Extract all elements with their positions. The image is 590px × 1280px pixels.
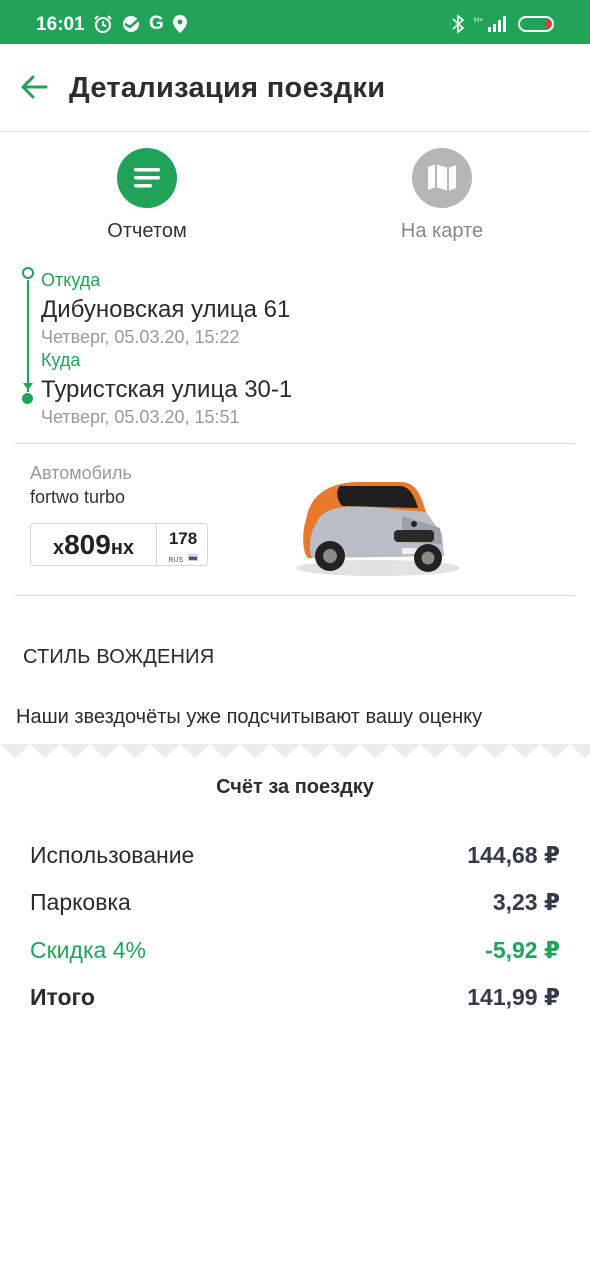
bill-row-discount: Скидка 4% -5,92 ₽ xyxy=(30,937,560,967)
status-time: 16:01 xyxy=(36,14,85,35)
bill-title: Счёт за поездку xyxy=(216,776,374,798)
page-title: Детализация поездки xyxy=(69,72,386,104)
divider xyxy=(15,595,575,596)
arrow-left-icon[interactable] xyxy=(18,70,52,104)
tab-map[interactable]: На карте xyxy=(342,148,542,248)
bill-row-label: Итого xyxy=(30,984,95,1010)
bill-row-label: Парковка xyxy=(30,889,131,915)
route-arrow xyxy=(23,383,33,390)
plate-prefix: х xyxy=(52,537,65,559)
from-time: Четверг, 05.03.20, 15:22 xyxy=(41,327,240,347)
svg-text:H+: H+ xyxy=(474,17,483,24)
plate-suffix: нх xyxy=(110,537,135,559)
alarm-icon xyxy=(94,15,112,33)
license-plate: х809нх 178 RUS xyxy=(30,523,208,566)
car-caption: Автомобиль xyxy=(30,463,132,483)
bill-section: Счёт за поездку Использование 144,68 ₽ П… xyxy=(0,764,590,1280)
app-bar: Детализация поездки xyxy=(0,44,590,132)
from-label: Откуда xyxy=(41,270,101,290)
russia-flag-icon xyxy=(187,554,198,562)
route-line xyxy=(27,280,29,392)
car-model: fortwo turbo xyxy=(30,487,126,507)
map-icon xyxy=(412,148,472,208)
plate-digits: 809 xyxy=(64,529,111,560)
plate-number: х809нх xyxy=(31,524,157,565)
battery-icon xyxy=(518,16,554,32)
route-section: Откуда Дибуновская улица 61 Четверг, 05.… xyxy=(0,262,590,442)
car-section: Автомобиль fortwo turbo х809нх 178 RUS xyxy=(0,444,590,594)
bill-row-parking: Парковка 3,23 ₽ xyxy=(30,889,560,919)
route-start-marker xyxy=(22,267,34,279)
google-icon: G xyxy=(149,13,164,34)
to-time: Четверг, 05.03.20, 15:51 xyxy=(41,407,240,427)
list-icon xyxy=(117,148,177,208)
tab-map-label: На карте xyxy=(400,220,484,242)
route-end-marker xyxy=(22,393,33,404)
bill-row-label: Скидка 4% xyxy=(30,937,146,963)
tab-report-label: Отчетом xyxy=(107,220,187,242)
sber-icon xyxy=(123,16,139,32)
plate-region: 178 RUS xyxy=(158,524,208,565)
bill-row-usage: Использование 144,68 ₽ xyxy=(30,842,560,872)
to-address: Туристская улица 30-1 xyxy=(41,376,293,403)
bill-row-amount: 3,23 ₽ xyxy=(492,889,560,915)
driving-style-message: Наши звездочёты уже подсчитывают вашу оц… xyxy=(16,706,483,728)
to-label: Куда xyxy=(41,350,81,370)
from-address: Дибуновская улица 61 xyxy=(41,296,291,323)
driving-style-title: СТИЛЬ ВОЖДЕНИЯ xyxy=(23,646,215,668)
signal-icon: H+ xyxy=(474,16,506,32)
location-icon xyxy=(172,15,187,33)
plate-region-code: 178 xyxy=(168,529,198,548)
bluetooth-icon xyxy=(452,14,464,34)
plate-country: RUS xyxy=(168,557,184,564)
car-image xyxy=(296,482,460,576)
bill-row-label: Использование xyxy=(30,842,195,868)
bill-row-total: Итого 141,99 ₽ xyxy=(30,984,560,1014)
bill-row-amount: 141,99 ₽ xyxy=(467,984,560,1010)
status-bar: 16:01 G H+ xyxy=(0,0,590,44)
tab-report[interactable]: Отчетом xyxy=(47,148,247,248)
bill-row-amount: -5,92 ₽ xyxy=(485,937,560,963)
bill-row-amount: 144,68 ₽ xyxy=(467,842,560,868)
